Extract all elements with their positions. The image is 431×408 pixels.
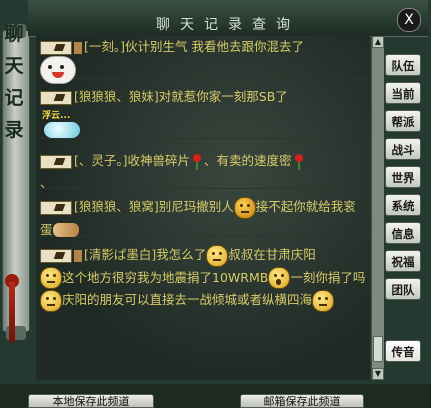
sender-name[interactable]: [、灵子。] — [74, 153, 128, 168]
banner-char: 天 — [4, 55, 24, 77]
tab-world[interactable]: 世界 — [385, 166, 421, 188]
tab-group[interactable]: 团队 — [385, 278, 421, 300]
chat-log-area[interactable]: [一刻。]伙计别生气 我看他去跟你混去了 [狼狼狼、狼妹]对就惹你家一刻那SB了… — [36, 36, 370, 380]
message-text: 庆阳的朋友可以直接去一战倾城或者纵横四海 — [62, 292, 313, 307]
message-text: 一刻你捐了吗 — [290, 269, 366, 285]
bottom-bar: 本地保存此频道 邮箱保存此频道 — [0, 384, 431, 408]
scroll-up-arrow-icon[interactable]: ▲ — [372, 36, 384, 48]
channel-icon — [40, 200, 72, 215]
message-text: 叔叔在甘肃庆阳 — [228, 247, 316, 262]
sender-name[interactable]: [一刻。] — [84, 39, 125, 54]
chat-log-window: 聊 天 记 录 聊天记录查询 X [一刻。]伙计别生气 我看他去跟你混去了 [狼… — [0, 0, 431, 408]
chat-message: [一刻。]伙计别生气 我看他去跟你混去了 — [40, 36, 366, 58]
side-banner-title: 聊 天 记 录 — [0, 0, 28, 146]
channel-icon — [40, 154, 72, 169]
sticker-label: 浮云... — [42, 111, 71, 121]
chat-message: [、灵子。]收神兽碎片 、有卖的速度密 、 — [40, 150, 366, 194]
tab-current[interactable]: 当前 — [385, 82, 421, 104]
angry-face-icon — [233, 196, 256, 219]
sender-name[interactable]: [清影ぱ墨白] — [84, 247, 156, 262]
banner-char: 记 — [4, 87, 24, 109]
window-header: 聊天记录查询 — [28, 0, 428, 37]
message-text: 、 — [40, 175, 53, 190]
tab-blessing[interactable]: 祝福 — [385, 250, 421, 272]
save-mail-button[interactable]: 邮箱保存此频道 — [240, 394, 364, 408]
message-text: 别尼玛撤别人 — [158, 199, 234, 214]
rose-icon — [294, 153, 304, 170]
scrollbar-thumb[interactable] — [373, 336, 383, 362]
message-text: 收神兽碎片 — [127, 153, 191, 168]
message-text: 、有卖的速度密 — [204, 153, 292, 168]
chat-message: [清影ぱ墨白]我怎么了 叔叔在甘肃庆阳 这个地方很穷我为地震捐了10WRMB 一刻你… — [40, 244, 366, 312]
confused-face-icon — [40, 289, 62, 312]
channel-icon — [40, 248, 72, 263]
confused-face-icon — [206, 244, 229, 267]
shocked-face-icon — [268, 267, 291, 289]
tab-whisper[interactable]: 传音 — [385, 340, 421, 362]
sender-name[interactable]: [狼狼狼、狼妹] — [74, 89, 159, 104]
rose-icon — [192, 153, 202, 170]
tab-guild[interactable]: 帮派 — [385, 110, 421, 132]
save-local-button[interactable]: 本地保存此频道 — [28, 394, 154, 408]
channel-icon — [40, 40, 72, 55]
window-title: 聊天记录查询 — [156, 17, 300, 33]
channel-icon — [40, 90, 72, 105]
grin-face-icon — [40, 267, 62, 289]
lock-icon — [74, 249, 82, 262]
close-button[interactable]: X — [397, 8, 421, 32]
message-text: 这个地方很穷我为地震捐了10WRMB — [62, 269, 269, 285]
log-scrollbar[interactable]: ▲ ▼ — [371, 36, 384, 380]
tab-team[interactable]: 队伍 — [385, 54, 421, 76]
smile-face-icon — [40, 56, 76, 84]
tab-info[interactable]: 信息 — [385, 222, 421, 244]
cloud-sticker-icon: 浮云... — [40, 108, 84, 144]
chat-message: [狼狼狼、狼窝]别尼玛撤别人 接不起你就给我衮蛋 — [40, 196, 366, 241]
grin-face-icon — [312, 289, 335, 312]
lock-icon — [74, 41, 82, 54]
tab-system[interactable]: 系统 — [385, 194, 421, 216]
message-text: 对就惹你家一刻那SB了 — [158, 89, 288, 104]
chat-message: [狼狼狼、狼妹]对就惹你家一刻那SB了 — [40, 86, 366, 108]
banner-char: 录 — [4, 119, 24, 141]
tab-battle[interactable]: 战斗 — [385, 138, 421, 160]
tassel-icon — [9, 282, 15, 342]
message-text: 我怎么了 — [156, 247, 207, 262]
sender-name[interactable]: [狼狼狼、狼窝] — [74, 199, 159, 214]
banner-char: 聊 — [4, 23, 24, 45]
message-text: 伙计别生气 我看他去跟你混去了 — [125, 39, 304, 54]
handshake-icon — [52, 223, 79, 237]
scroll-down-arrow-icon[interactable]: ▼ — [372, 368, 384, 380]
